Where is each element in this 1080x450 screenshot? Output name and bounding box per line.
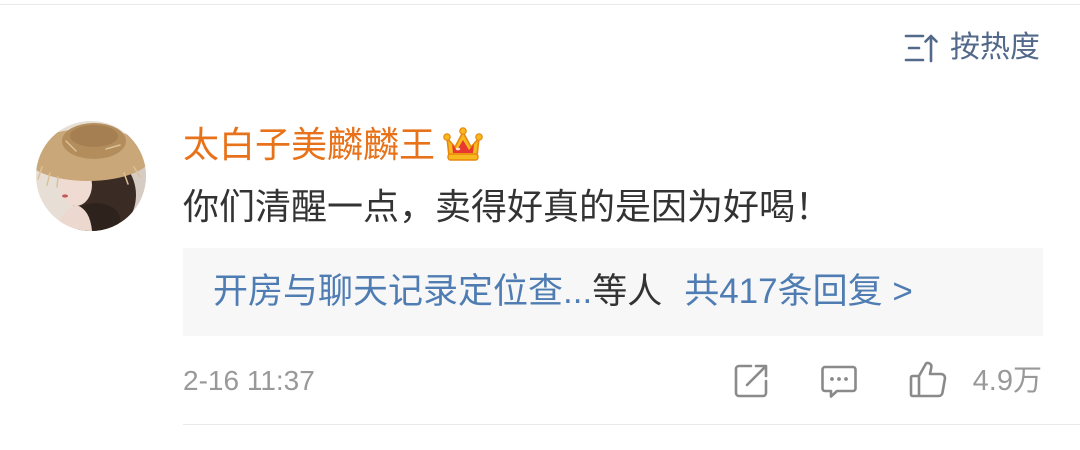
reply-preview[interactable]: 开房与聊天记录定位查...等人 共417条回复 > [183,248,1043,336]
like-count: 4.9万 [972,365,1042,397]
reply-users-link[interactable]: 开房与聊天记录定位查... [213,272,592,311]
username-row: 太白子美麟麟王 [183,123,483,167]
reply-users-suffix: 等人 [592,272,663,311]
sort-by-hot-button[interactable]: 按热度 [904,30,1040,66]
sort-icon [904,34,938,63]
timestamp: 2-16 11:37 [183,365,315,396]
like-icon [909,361,947,398]
avatar[interactable] [36,121,146,231]
comment-button[interactable] [819,361,859,401]
like-button[interactable] [908,359,948,399]
top-divider [0,4,1080,5]
bottom-divider [183,424,1080,425]
reply-count-link[interactable]: 共417条回复 > [684,272,913,311]
share-button[interactable] [731,361,771,401]
avatar-photo [36,121,146,231]
sort-label: 按热度 [950,31,1040,64]
comment-text: 你们清醒一点，卖得好真的是因为好喝！ [183,186,832,227]
crown-badge-icon [443,127,483,161]
share-icon [734,364,768,398]
username[interactable]: 太白子美麟麟王 [183,123,435,167]
comment-icon [821,365,857,398]
